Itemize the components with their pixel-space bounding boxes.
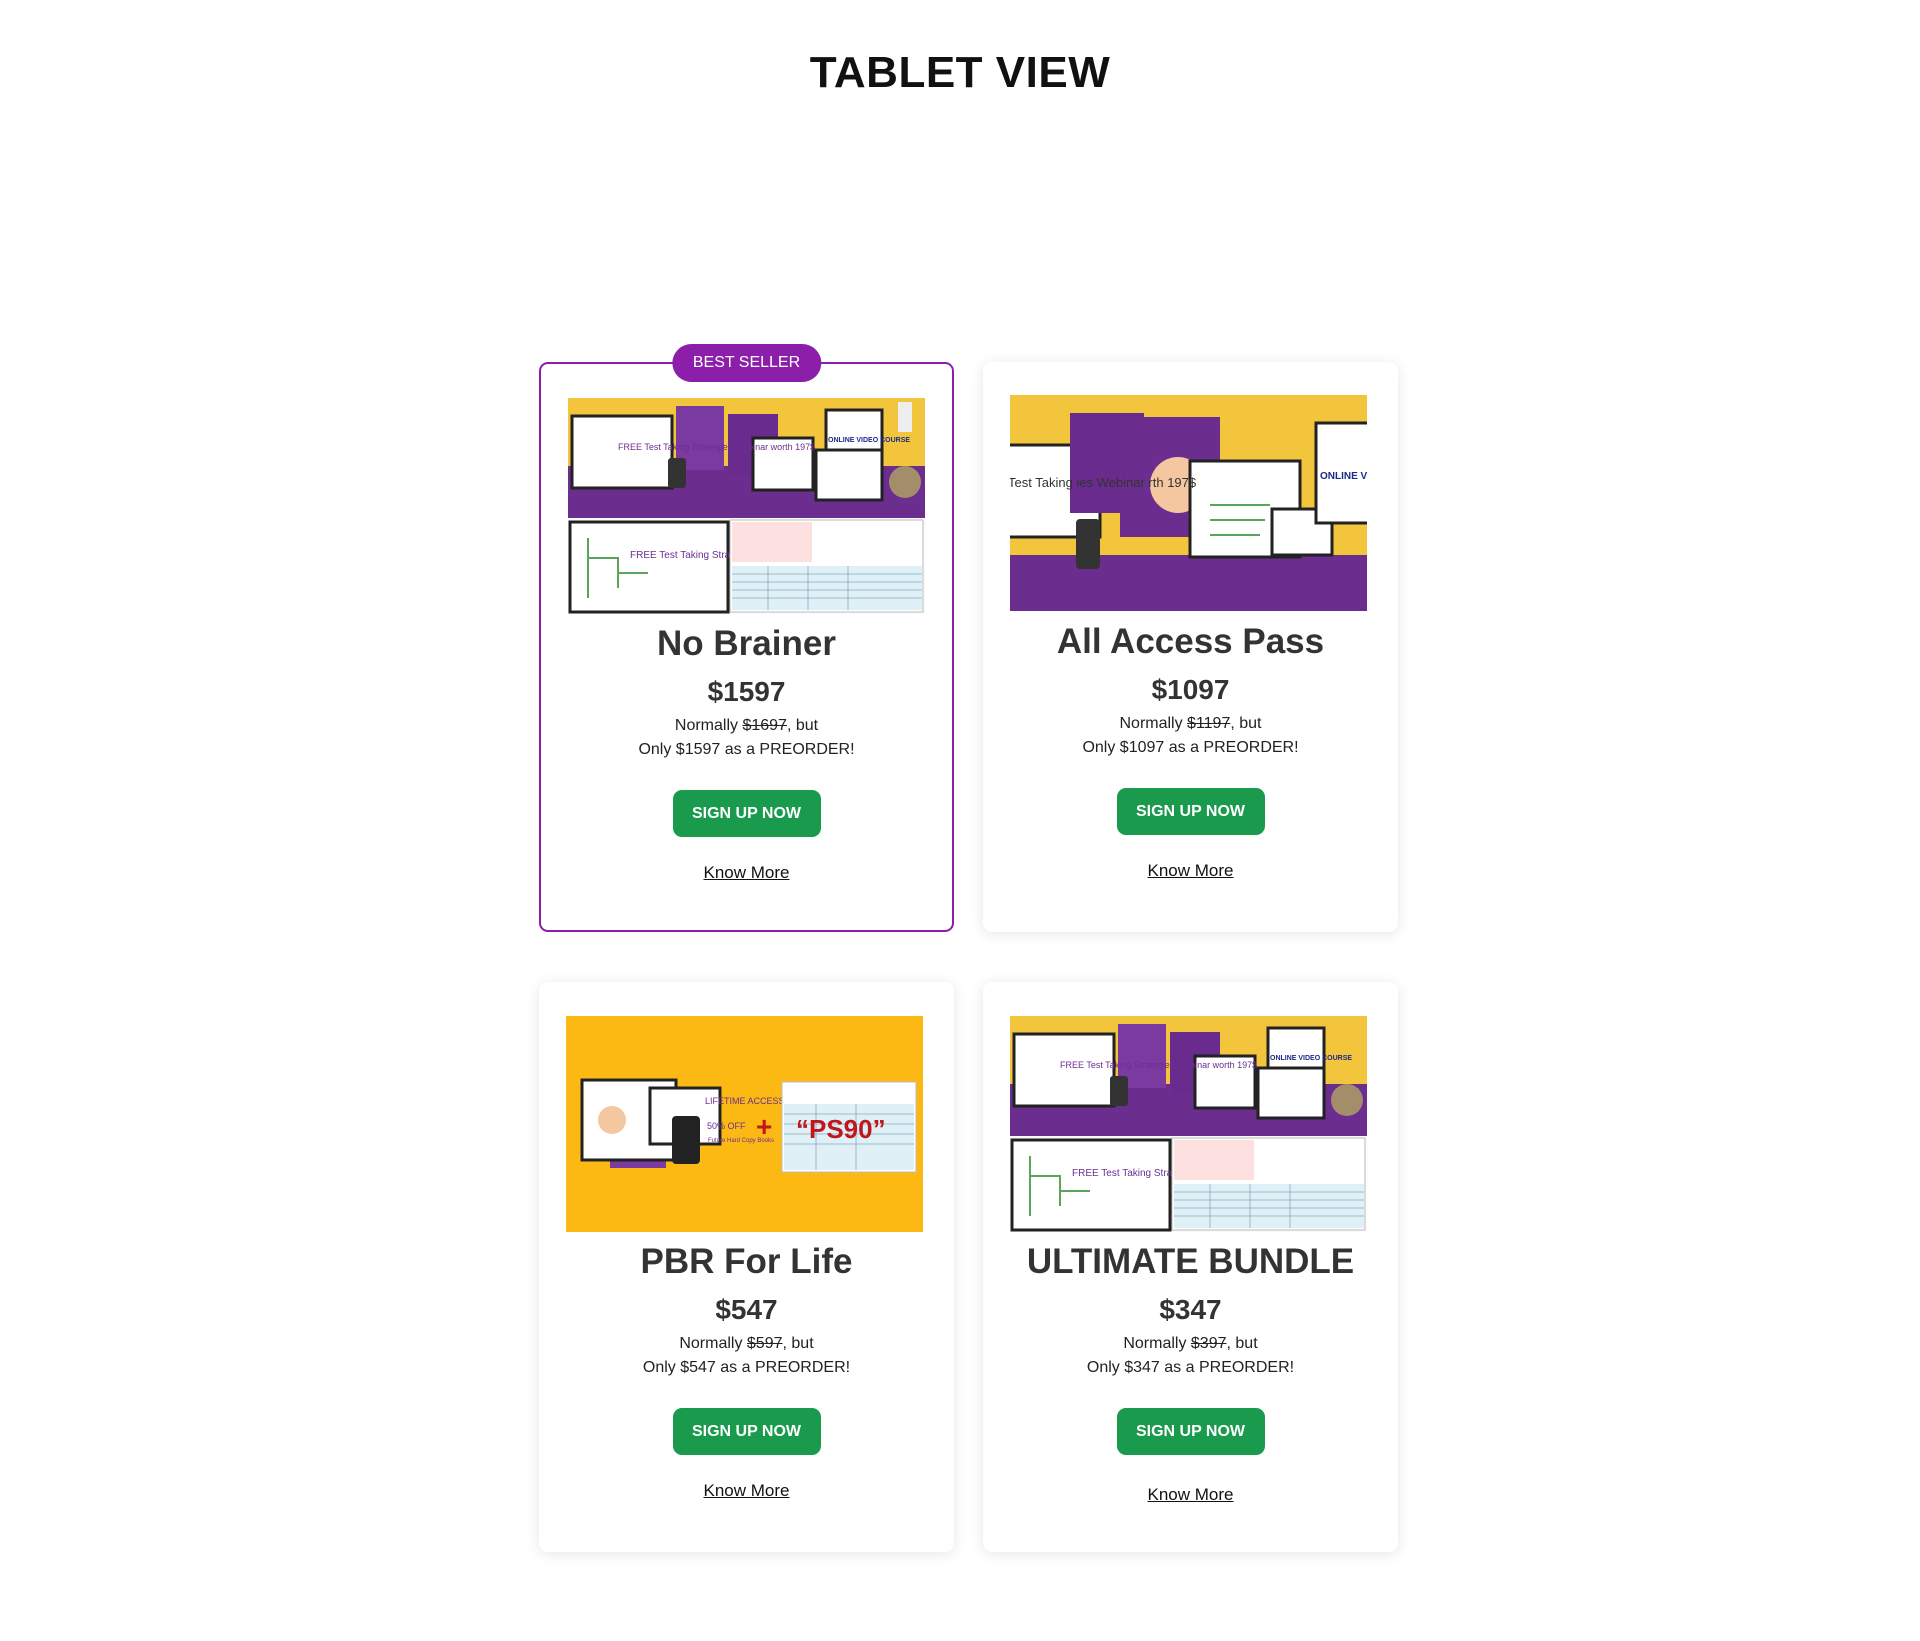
plan-price: $347: [1159, 1294, 1222, 1325]
svg-text:50% OFF: 50% OFF: [707, 1121, 746, 1131]
svg-text:Test Taking ies Webinar rth 19: Test Taking ies Webinar rth 197$: [1010, 475, 1197, 490]
svg-text:“PS90”: “PS90”: [796, 1114, 886, 1144]
plan-title: No Brainer: [657, 624, 836, 663]
svg-text:ONLINE VIDEO COURSE: ONLINE VIDEO COURSE: [828, 437, 910, 444]
product-collage-illustration: FREE Test Taking Strategies Webinar wort…: [568, 398, 925, 614]
product-image[interactable]: FREE Test Taking Strategies Webinar wort…: [568, 398, 925, 614]
sign-up-button[interactable]: SIGN UP NOW: [1116, 1408, 1265, 1455]
normal-price-line: Normally $597, but: [679, 1335, 814, 1352]
pricing-card-ultimate-bundle: FREE Test Taking Strategies Webinar wort…: [983, 982, 1398, 1552]
preorder-note: Only $547 as a PREORDER!: [642, 1359, 851, 1376]
product-image[interactable]: FREE Test Taking Strategies Webinar wort…: [1010, 1016, 1367, 1232]
product-collage-illustration: Test Taking ies Webinar rth 197$ ONLINE …: [1010, 395, 1367, 611]
pricing-card-pbr-for-life: LIFETIME ACCESS 50% OFF Future Hard Copy…: [539, 982, 954, 1552]
svg-text:FREE Test Taking Strategies We: FREE Test Taking Strategies Webinar wort…: [618, 442, 815, 452]
pricing-card-no-brainer: BEST SELLER FREE Test Taking Strategies …: [539, 344, 954, 932]
preorder-note: Only $1097 as a PREORDER!: [1082, 739, 1299, 756]
know-more-link[interactable]: Know More: [541, 863, 952, 883]
pricing-card-all-access-pass: Test Taking ies Webinar rth 197$ ONLINE …: [983, 362, 1398, 932]
product-collage-illustration: FREE Test Taking Strategies Webinar wort…: [1010, 1016, 1367, 1232]
sign-up-button[interactable]: SIGN UP NOW: [672, 1408, 821, 1455]
plan-price: $547: [715, 1294, 778, 1325]
svg-text:LIFETIME ACCESS: LIFETIME ACCESS: [705, 1096, 785, 1106]
svg-text:ONLINE VIDEO COURSE: ONLINE VIDEO COURSE: [1270, 1055, 1352, 1062]
svg-text:ONLINE V COUR: ONLINE V COUR: [1320, 471, 1367, 482]
strikethrough-price: $1697: [742, 717, 787, 734]
plan-title: PBR For Life: [640, 1242, 853, 1281]
strikethrough-price: $1197: [1187, 715, 1231, 732]
strikethrough-price: $397: [1190, 1335, 1227, 1352]
product-collage-illustration: LIFETIME ACCESS 50% OFF Future Hard Copy…: [566, 1016, 923, 1232]
normal-price-line: Normally $1697, but: [674, 717, 819, 734]
sign-up-button[interactable]: SIGN UP NOW: [1116, 788, 1265, 835]
normal-price-line: Normally $1197, but: [1119, 715, 1262, 732]
plan-title: All Access Pass: [1056, 622, 1325, 661]
preorder-note: Only $1597 as a PREORDER!: [638, 741, 855, 758]
strikethrough-price: $597: [746, 1335, 783, 1352]
preorder-note: Only $347 as a PREORDER!: [1086, 1359, 1295, 1376]
plan-price: $1597: [707, 676, 786, 707]
sign-up-button[interactable]: SIGN UP NOW: [672, 790, 821, 837]
svg-text:+: +: [756, 1111, 772, 1142]
know-more-link[interactable]: Know More: [983, 1485, 1398, 1505]
best-seller-badge: BEST SELLER: [671, 344, 822, 382]
product-image[interactable]: Test Taking ies Webinar rth 197$ ONLINE …: [1010, 395, 1367, 611]
page-title: TABLET VIEW: [809, 48, 1111, 97]
plan-title: ULTIMATE BUNDLE: [1026, 1242, 1355, 1281]
svg-text:FREE Test Taking Strategies We: FREE Test Taking Strategies Webinar wort…: [1060, 1060, 1257, 1070]
product-image[interactable]: LIFETIME ACCESS 50% OFF Future Hard Copy…: [566, 1016, 923, 1232]
know-more-link[interactable]: Know More: [539, 1481, 954, 1501]
normal-price-line: Normally $397, but: [1123, 1335, 1258, 1352]
know-more-link[interactable]: Know More: [983, 861, 1398, 881]
plan-price: $1097: [1151, 674, 1230, 705]
